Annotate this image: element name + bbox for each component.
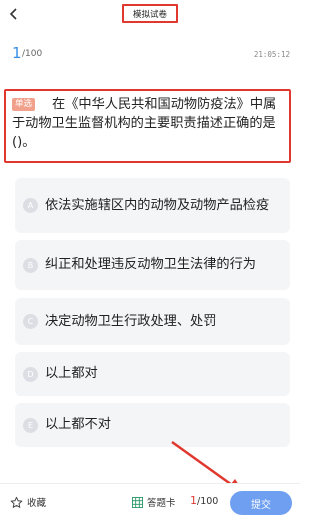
question-type-badge: 单选 xyxy=(12,98,36,111)
option-c[interactable]: C 决定动物卫生行政处理、处罚 xyxy=(15,298,290,345)
progress-total: /100 xyxy=(22,49,43,59)
grid-icon xyxy=(132,496,143,508)
page-total: /100 xyxy=(197,496,219,507)
answer-card-button[interactable]: 答题卡 xyxy=(132,495,176,509)
option-e[interactable]: E 以上都不对 xyxy=(15,403,290,447)
favorite-button[interactable]: 收藏 xyxy=(10,495,46,509)
option-letter: E xyxy=(23,417,38,433)
page-indicator: 1/100 xyxy=(190,494,218,507)
bottom-bar: 收藏 答题卡 1/100 提交 xyxy=(0,483,300,521)
option-text: 依法实施辖区内的动物及动物产品检疫 xyxy=(45,197,270,213)
page-title: 模拟试卷 xyxy=(122,4,178,23)
exam-page: 模拟试卷 1 /100 21:05:12 单选 在《中华人民共和国动物防疫法》中属… xyxy=(0,0,300,521)
option-letter: D xyxy=(23,366,38,382)
option-b[interactable]: B 纠正和处理违反动物卫生法律的行为 xyxy=(15,240,290,290)
timer: 21:05:12 xyxy=(253,50,290,59)
option-text: 决定动物卫生行政处理、处罚 xyxy=(45,313,217,329)
submit-button[interactable]: 提交 xyxy=(230,491,292,515)
option-d[interactable]: D 以上都对 xyxy=(15,352,290,396)
option-letter: C xyxy=(23,314,38,329)
progress-row: 1 /100 21:05:12 xyxy=(0,44,300,66)
option-text: 纠正和处理违反动物卫生法律的行为 xyxy=(45,257,256,272)
chevron-left-icon xyxy=(9,8,17,20)
question-stem: 单选 在《中华人民共和国动物防疫法》中属于动物卫生监督机构的主要职责描述正确的是(… xyxy=(12,95,283,152)
option-text: 以上都对 xyxy=(45,366,98,381)
progress-current: 1 xyxy=(12,44,22,62)
star-icon xyxy=(10,496,23,508)
back-button[interactable] xyxy=(4,4,24,24)
option-a[interactable]: A 依法实施辖区内的动物及动物产品检疫 xyxy=(15,178,290,233)
option-letter: A xyxy=(23,198,38,213)
answer-card-label: 答题卡 xyxy=(147,498,176,509)
option-letter: B xyxy=(23,257,38,273)
page-current: 1 xyxy=(190,494,197,507)
header: 模拟试卷 xyxy=(0,0,300,28)
question-text: 在《中华人民共和国动物防疫法》中属于动物卫生监督机构的主要职责描述正确的是()。 xyxy=(12,97,277,150)
favorite-label: 收藏 xyxy=(27,498,47,509)
option-text: 以上都不对 xyxy=(45,417,111,432)
question-box: 单选 在《中华人民共和国动物防疫法》中属于动物卫生监督机构的主要职责描述正确的是(… xyxy=(4,89,291,163)
